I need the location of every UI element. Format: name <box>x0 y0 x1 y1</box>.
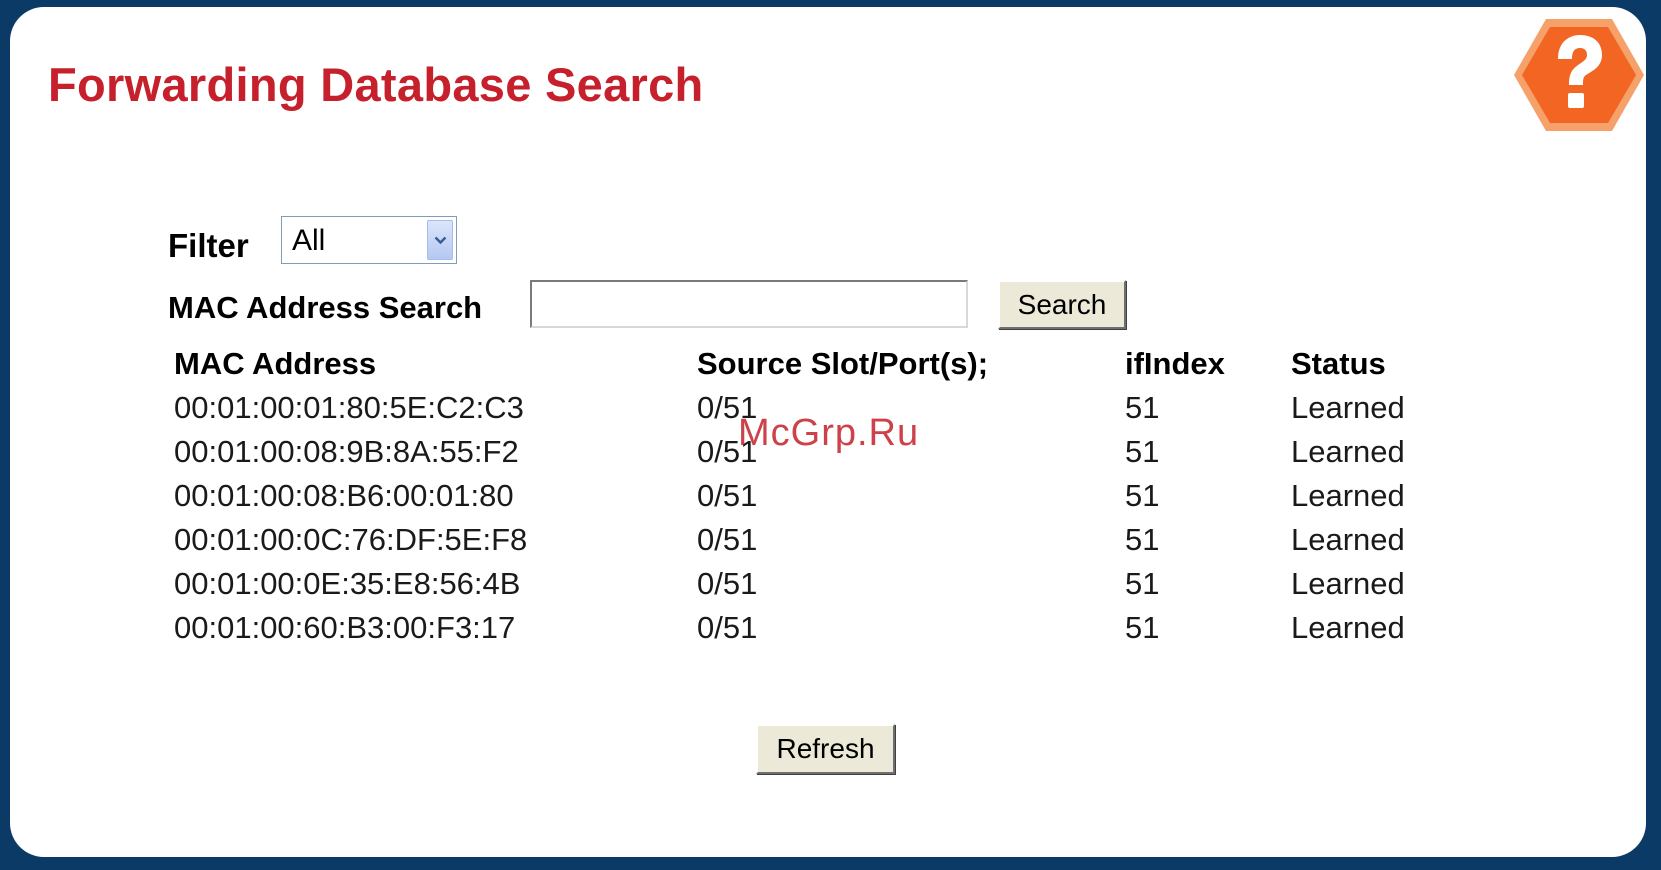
cell-source-port: 0/51 <box>697 566 758 601</box>
mac-search-input[interactable] <box>530 280 968 328</box>
filter-select[interactable]: All <box>281 216 457 264</box>
filter-label: Filter <box>168 227 249 264</box>
cell-ifindex: 51 <box>1125 610 1160 645</box>
table-row: 00:01:00:60:B3:00:F3:17 0/51 51 Learned <box>174 610 1424 656</box>
table-row: 00:01:00:0E:35:E8:56:4B 0/51 51 Learned <box>174 566 1424 612</box>
cell-mac-address: 00:01:00:0E:35:E8:56:4B <box>174 566 521 601</box>
cell-status: Learned <box>1291 610 1405 645</box>
cell-ifindex: 51 <box>1125 566 1160 601</box>
filter-selected-value: All <box>292 224 326 257</box>
table-row: 00:01:00:0C:76:DF:5E:F8 0/51 51 Learned <box>174 522 1424 568</box>
help-question-icon <box>1514 19 1644 131</box>
header-status: Status <box>1291 346 1386 381</box>
header-source-port: Source Slot/Port(s); <box>697 346 989 381</box>
cell-mac-address: 00:01:00:60:B3:00:F3:17 <box>174 610 516 645</box>
cell-status: Learned <box>1291 434 1405 469</box>
cell-ifindex: 51 <box>1125 478 1160 513</box>
cell-source-port: 0/51 <box>697 522 758 557</box>
cell-mac-address: 00:01:00:01:80:5E:C2:C3 <box>174 390 524 425</box>
cell-ifindex: 51 <box>1125 390 1160 425</box>
watermark: McGrp.Ru <box>738 412 920 454</box>
page-title: Forwarding Database Search <box>48 58 704 111</box>
cell-source-port: 0/51 <box>697 478 758 513</box>
cell-mac-address: 00:01:00:0C:76:DF:5E:F8 <box>174 522 528 557</box>
cell-ifindex: 51 <box>1125 434 1160 469</box>
header-mac-address: MAC Address <box>174 346 377 381</box>
cell-ifindex: 51 <box>1125 522 1160 557</box>
cell-mac-address: 00:01:00:08:9B:8A:55:F2 <box>174 434 519 469</box>
table-row: 00:01:00:08:B6:00:01:80 0/51 51 Learned <box>174 478 1424 524</box>
refresh-button[interactable]: Refresh <box>756 724 895 774</box>
help-button[interactable] <box>1512 15 1646 135</box>
chevron-down-icon[interactable] <box>427 220 453 260</box>
cell-status: Learned <box>1291 522 1405 557</box>
header-ifindex: ifIndex <box>1125 346 1225 381</box>
cell-status: Learned <box>1291 478 1405 513</box>
mac-search-label: MAC Address Search <box>168 290 483 325</box>
cell-source-port: 0/51 <box>697 610 758 645</box>
cell-status: Learned <box>1291 390 1405 425</box>
table-header-row: MAC Address Source Slot/Port(s); ifIndex… <box>174 346 1424 392</box>
cell-mac-address: 00:01:00:08:B6:00:01:80 <box>174 478 514 513</box>
search-button[interactable]: Search <box>998 280 1126 329</box>
cell-status: Learned <box>1291 566 1405 601</box>
